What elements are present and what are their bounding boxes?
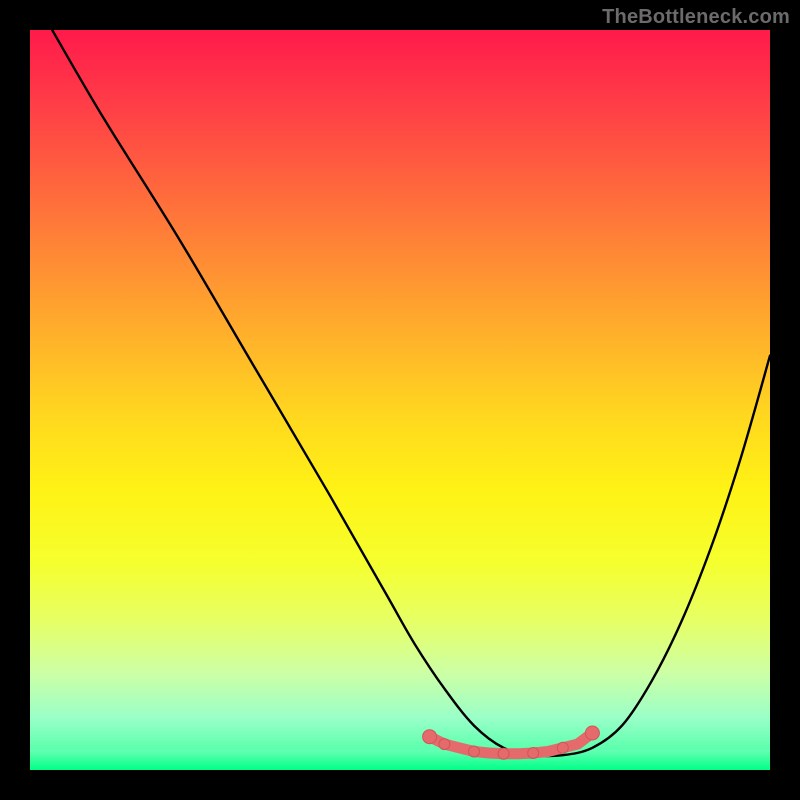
plot-area bbox=[30, 30, 770, 770]
curve-path-group bbox=[52, 30, 770, 756]
bottleneck-curve bbox=[52, 30, 770, 756]
marker-dot bbox=[498, 748, 509, 759]
chart-frame: TheBottleneck.com bbox=[0, 0, 800, 800]
marker-dot bbox=[557, 742, 568, 753]
marker-dot bbox=[423, 730, 437, 744]
marker-dot bbox=[469, 746, 480, 757]
curve-svg bbox=[30, 30, 770, 770]
watermark-text: TheBottleneck.com bbox=[602, 6, 790, 29]
marker-dot bbox=[439, 739, 450, 750]
marker-dot bbox=[585, 726, 599, 740]
marker-dot bbox=[528, 748, 539, 759]
